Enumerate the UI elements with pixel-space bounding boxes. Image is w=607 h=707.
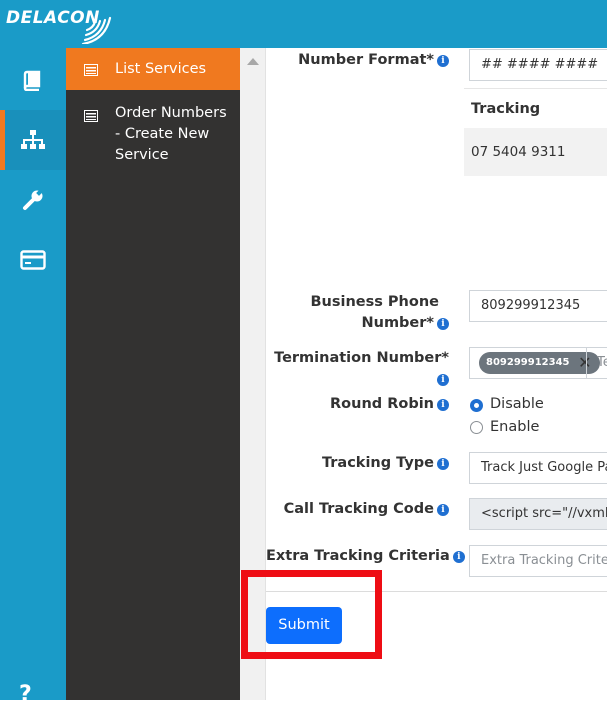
termination-number-field[interactable]: 809299912345✕ Te [469,347,607,379]
extra-tracking-criteria-input[interactable]: Extra Tracking Criteria [469,545,607,577]
info-icon[interactable]: i [437,504,449,516]
tracking-number-table: Tracking Number 07 5404 9311 [464,88,607,176]
radio-disable-label[interactable]: Disable [490,394,544,415]
table-row: 07 5404 9311 [464,128,607,176]
extra-tracking-criteria-label: Extra Tracking Criteria i [266,546,465,567]
tracking-type-label: Tracking Type i [322,453,449,474]
service-form: Number Format*i ## #### #### Tracking Nu… [266,48,607,700]
info-icon[interactable]: i [452,551,465,563]
radio-enable[interactable] [470,421,483,434]
info-icon[interactable]: i [437,318,449,330]
business-phone-label-cont: Number* i [361,313,449,334]
icon-sidebar: ? [0,48,66,707]
radio-disable[interactable] [470,399,483,412]
call-tracking-code-label: Call Tracking Code i [284,499,449,520]
number-format-input[interactable]: ## #### #### [469,49,607,81]
sidebar-item-list-services[interactable]: List Services [66,48,240,90]
list-icon [84,108,98,129]
signal-waves-icon [81,16,112,44]
termination-number-input[interactable]: Te [586,348,607,378]
info-icon[interactable]: i [437,374,449,386]
list-icon [84,62,98,83]
form-divider [266,591,607,592]
scrollbar[interactable] [240,48,266,700]
nav-sitemap[interactable] [0,110,66,170]
call-tracking-code-input[interactable]: <script src="//vxml4.p [469,498,607,530]
submit-button[interactable]: Submit [266,607,342,644]
book-icon [23,70,41,91]
scroll-up-arrow-icon[interactable] [247,58,259,65]
sidebar-item-order-numbers[interactable]: Order Numbers - Create New Service [66,102,240,172]
number-chip: 809299912345 ✕ [479,352,600,374]
service-menu: List Services Order Numbers - Create New… [66,48,240,700]
wrench-icon [23,189,43,210]
nav-billing[interactable] [0,230,66,290]
info-icon[interactable]: i [437,399,449,411]
sitemap-icon [21,130,45,149]
info-icon[interactable]: i [437,458,449,470]
info-icon[interactable]: i [437,55,449,67]
tracking-type-select[interactable]: Track Just Google Paid [469,452,607,484]
radio-enable-label[interactable]: Enable [490,417,539,438]
table-header: Tracking Number [464,88,607,157]
help-icon[interactable]: ? [19,682,32,707]
business-phone-label: Business Phone [310,294,439,310]
nav-tools[interactable] [0,170,66,230]
business-phone-input[interactable]: 809299912345 [469,290,607,322]
round-robin-label: Round Robin i [330,394,449,415]
top-bar: DELACON [0,0,607,48]
sidebar-item-label: Order Numbers - Create New Service [115,105,227,163]
nav-book[interactable] [0,50,66,110]
credit-card-icon [20,250,46,270]
sidebar-item-label: List Services [115,61,207,77]
termination-number-label: Termination Number*i [274,350,449,386]
number-format-label: Number Format* i [298,50,449,71]
